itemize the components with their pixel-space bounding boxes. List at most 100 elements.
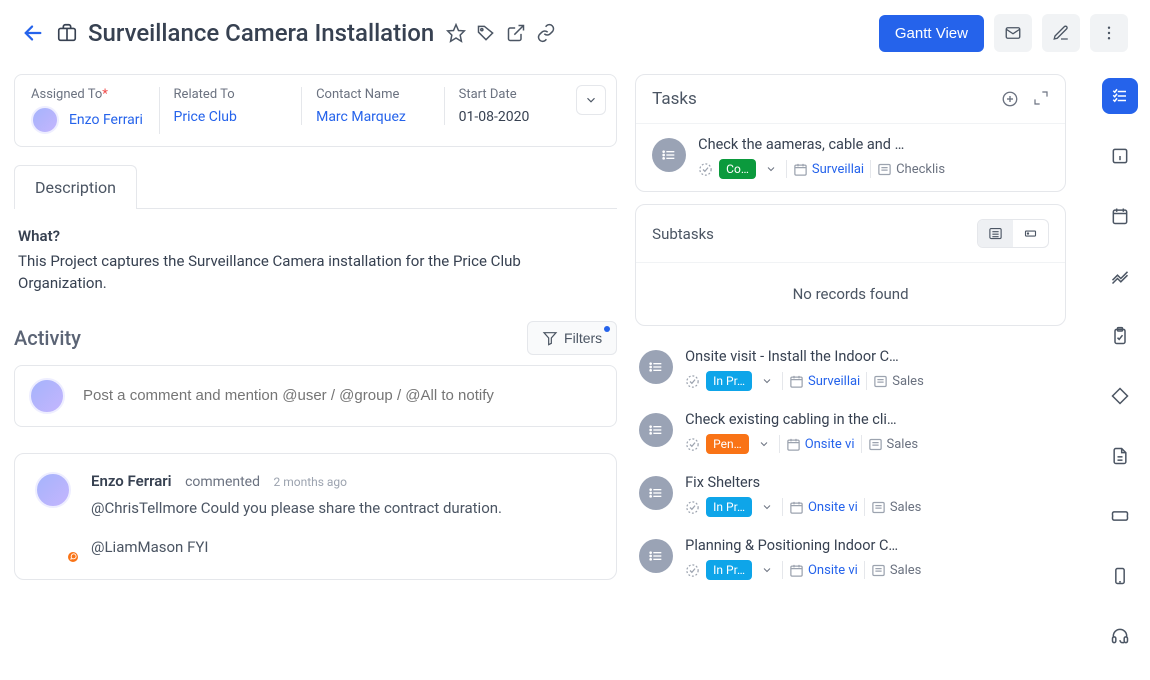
task-list: Onsite visit - Install the Indoor C… In P… [635, 338, 1066, 590]
filters-label: Filters [564, 330, 602, 346]
add-task-button[interactable] [1001, 90, 1019, 108]
rail-tasks-icon[interactable] [1102, 78, 1138, 114]
subtasks-title: Subtasks [652, 225, 714, 243]
comment-line2: @LiamMason FYI [91, 535, 596, 561]
more-button[interactable] [1090, 14, 1128, 52]
rail-clipboard-icon[interactable] [1102, 318, 1138, 354]
link-icon[interactable] [536, 23, 556, 43]
task-project-link[interactable]: Onsite vi [789, 500, 858, 515]
rail-headset-icon[interactable] [1102, 618, 1138, 654]
tasks-panel-title: Tasks [652, 89, 697, 109]
comment-timestamp: 2 months ago [273, 475, 347, 489]
card-view-toggle[interactable] [1013, 220, 1048, 247]
task-status-chip[interactable]: Pen… [706, 434, 749, 454]
back-arrow-icon[interactable] [22, 22, 44, 44]
description-card: Description What? This Project captures … [14, 165, 617, 303]
rail-analytics-icon[interactable] [1102, 258, 1138, 294]
briefcase-icon [56, 22, 78, 44]
rail-phone-icon[interactable] [1102, 558, 1138, 594]
task-project-link[interactable]: Surveillai [793, 162, 864, 177]
chevron-down-icon[interactable] [758, 499, 776, 515]
star-icon[interactable] [446, 23, 466, 43]
subtasks-view-toggle [977, 219, 1049, 248]
start-date-value: 01-08-2020 [459, 109, 530, 125]
header: Surveillance Camera Installation Gantt V… [0, 0, 1150, 66]
task-row[interactable]: Fix Shelters In Pr… Onsite vi Sales [635, 464, 1066, 527]
comment-input-row [14, 365, 617, 427]
comment-line1: @ChrisTellmore Could you please share th… [91, 496, 596, 522]
description-body: This Project captures the Surveillance C… [18, 250, 613, 295]
chevron-down-icon[interactable] [755, 436, 773, 452]
task-category[interactable]: Checklis [877, 162, 945, 177]
task-category[interactable]: Sales [871, 563, 922, 578]
task-status-chip[interactable]: In Pr… [706, 497, 752, 517]
filters-button[interactable]: Filters [527, 321, 617, 355]
description-what-label: What? [18, 225, 613, 248]
task-project-link[interactable]: Onsite vi [789, 563, 858, 578]
page-title: Surveillance Camera Installation [88, 19, 434, 47]
task-type-icon [639, 413, 673, 447]
task-type-icon [639, 476, 673, 510]
task-project-link[interactable]: Surveillai [789, 374, 860, 389]
task-category[interactable]: Sales [871, 500, 922, 515]
contact-name-label: Contact Name [316, 87, 430, 102]
edit-button[interactable] [1042, 14, 1080, 52]
list-view-toggle[interactable] [978, 220, 1013, 247]
task-row[interactable]: Check existing cabling in the cli… Pen… On… [635, 401, 1066, 464]
task-project-link[interactable]: Onsite vi [786, 437, 855, 452]
tag-icon[interactable] [476, 23, 496, 43]
info-card: Assigned To* Enzo Ferrari Related To Pri… [14, 74, 617, 147]
status-icon [698, 162, 713, 177]
start-date-label: Start Date [459, 87, 573, 102]
assigned-to-value[interactable]: Enzo Ferrari [69, 112, 143, 128]
task-status-chip[interactable]: Co… [719, 159, 756, 179]
comment-action: commented [185, 474, 260, 490]
filters-active-dot [604, 326, 610, 332]
rail-ticket-icon[interactable] [1102, 498, 1138, 534]
task-title: Fix Shelters [685, 474, 1062, 491]
list-icon [877, 162, 892, 177]
comment-card: Enzo Ferrari commented 2 months ago @Chr… [14, 453, 617, 580]
info-expand-button[interactable] [576, 85, 606, 115]
current-user-avatar[interactable] [29, 378, 65, 414]
task-type-icon [652, 138, 686, 172]
task-title: Planning & Positioning Indoor C… [685, 537, 1062, 554]
rail-diamond-icon[interactable] [1102, 378, 1138, 414]
comment-avatar[interactable] [35, 472, 71, 508]
activity-title: Activity [14, 326, 81, 350]
task-row[interactable]: Check the aameras, cable and … Co… Surve… [636, 124, 1065, 191]
calendar-icon [793, 162, 808, 177]
task-row[interactable]: Planning & Positioning Indoor C… In Pr… On… [635, 527, 1066, 590]
rail-calendar-icon[interactable] [1102, 198, 1138, 234]
tab-description[interactable]: Description [14, 165, 137, 209]
rail-info-icon[interactable] [1102, 138, 1138, 174]
mail-button[interactable] [994, 14, 1032, 52]
task-title: Onsite visit - Install the Indoor C… [685, 348, 1062, 365]
chevron-down-icon[interactable] [758, 373, 776, 389]
comment-author[interactable]: Enzo Ferrari [91, 472, 172, 490]
chevron-down-icon[interactable] [758, 562, 776, 578]
related-to-label: Related To [174, 87, 288, 102]
task-row[interactable]: Onsite visit - Install the Indoor C… In P… [635, 338, 1066, 401]
task-status-chip[interactable]: In Pr… [706, 371, 752, 391]
assignee-avatar[interactable] [31, 106, 59, 134]
subtasks-panel: Subtasks No records found [635, 204, 1066, 326]
gantt-view-button[interactable]: Gantt View [879, 15, 984, 52]
tasks-panel: Tasks Check the aameras, cable and … Co… [635, 74, 1066, 192]
no-records-message: No records found [636, 263, 1065, 325]
task-type-icon [639, 539, 673, 573]
contact-name-value[interactable]: Marc Marquez [316, 109, 406, 125]
task-title: Check existing cabling in the cli… [685, 411, 1062, 428]
related-to-value[interactable]: Price Club [174, 109, 237, 125]
task-type-icon [639, 350, 673, 384]
rail-document-icon[interactable] [1102, 438, 1138, 474]
task-category[interactable]: Sales [873, 374, 924, 389]
comment-type-badge-icon [66, 550, 80, 564]
assigned-to-label: Assigned To* [31, 87, 145, 102]
comment-input[interactable] [83, 387, 602, 404]
external-link-icon[interactable] [506, 23, 526, 43]
task-category[interactable]: Sales [868, 437, 919, 452]
task-status-chip[interactable]: In Pr… [706, 560, 752, 580]
expand-tasks-button[interactable] [1033, 90, 1049, 108]
chevron-down-icon[interactable] [762, 161, 780, 177]
